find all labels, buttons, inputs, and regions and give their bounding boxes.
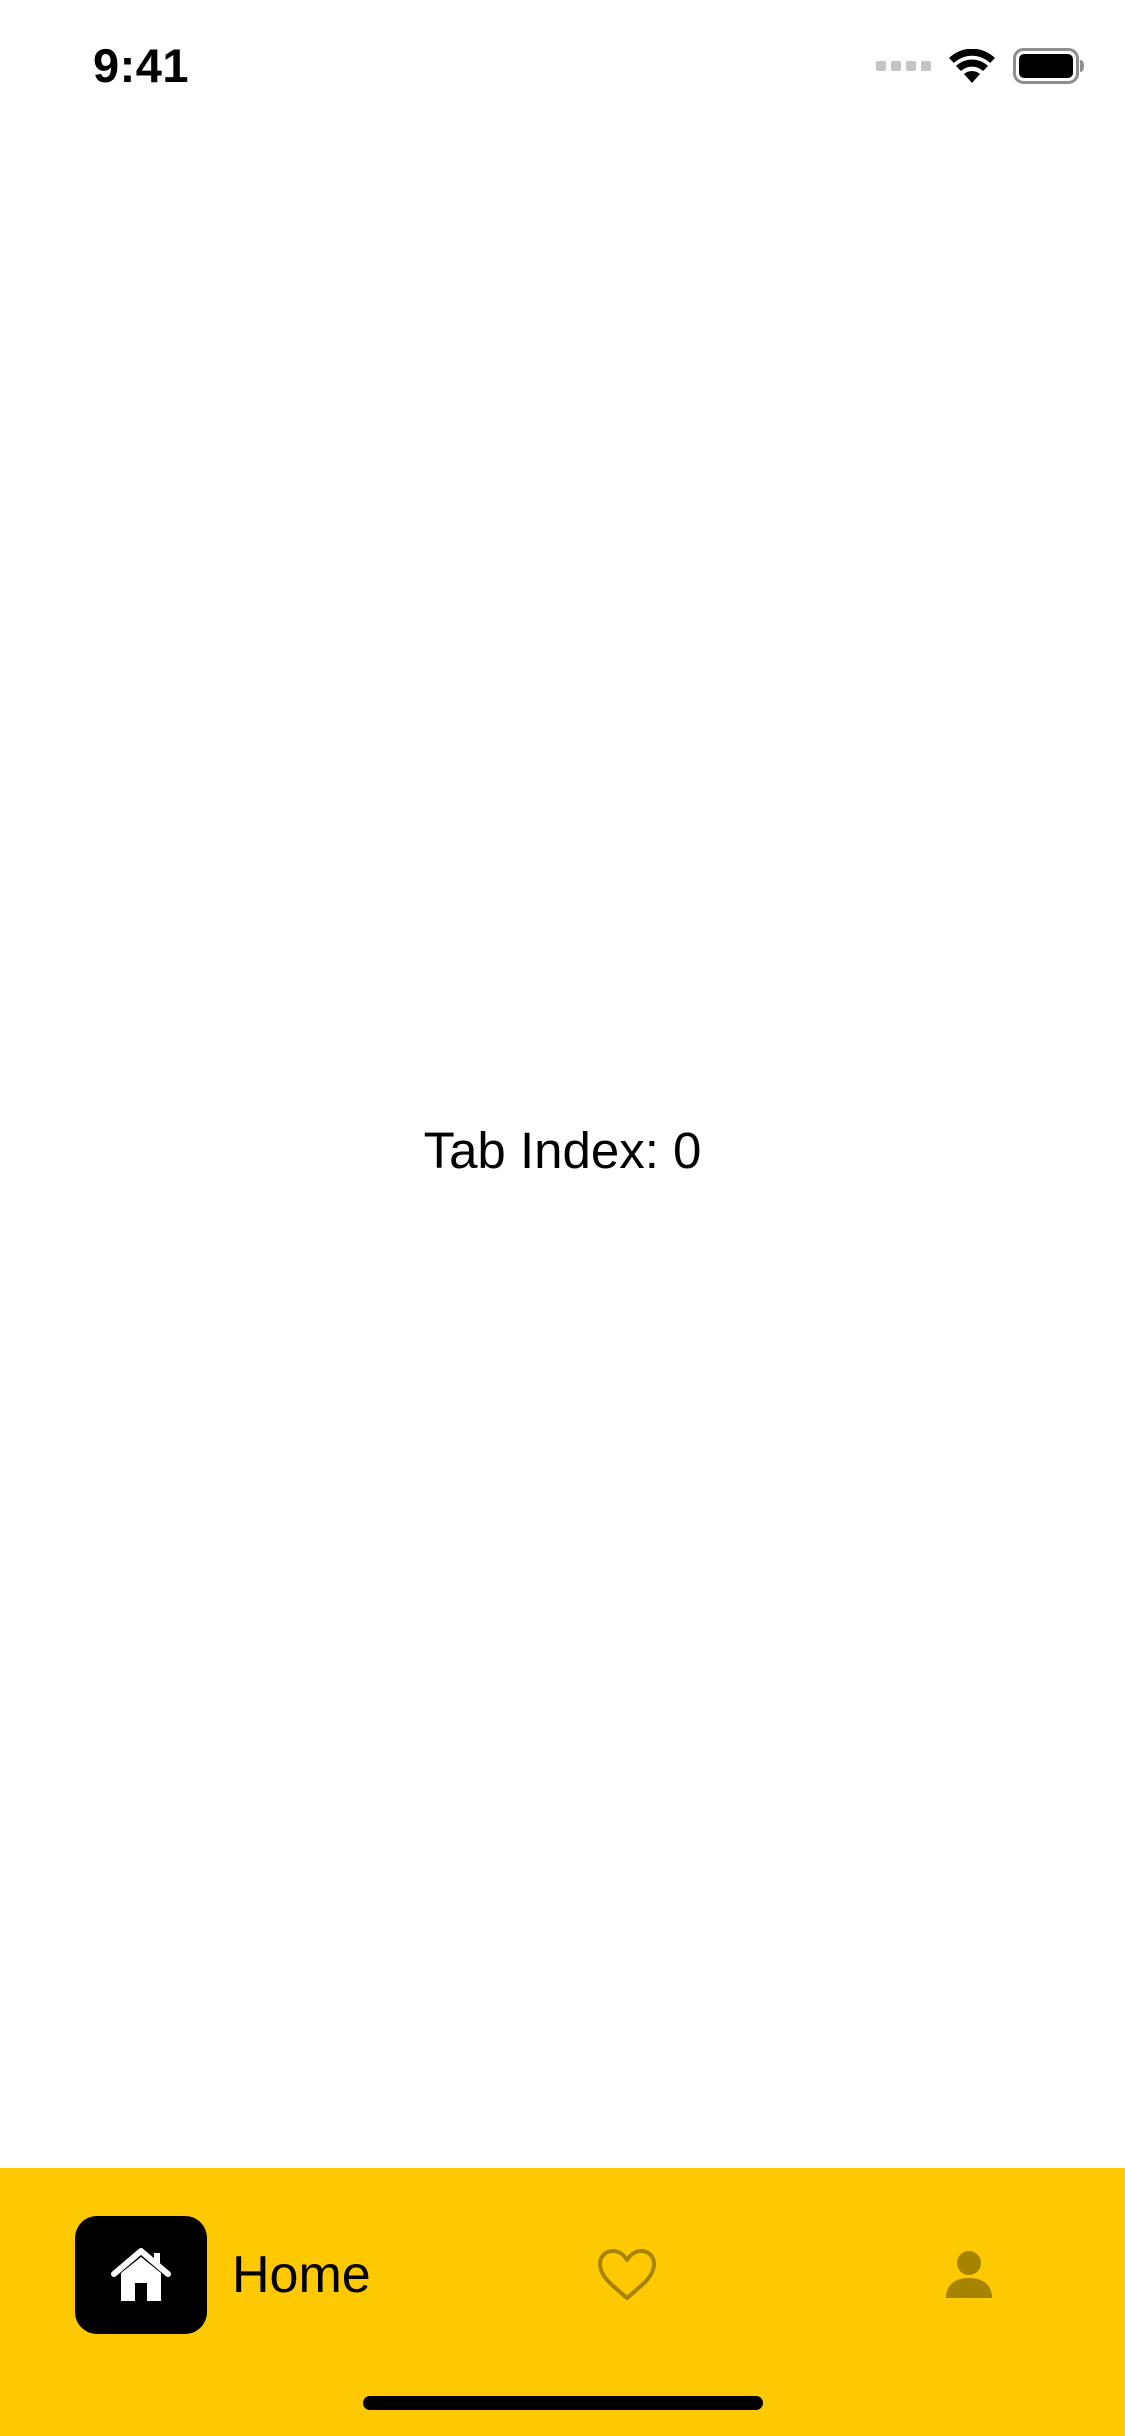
tab-index-label: Tab Index: 0 xyxy=(423,1121,702,1179)
tab-favorites[interactable] xyxy=(596,2248,658,2307)
home-icon xyxy=(111,2248,171,2301)
status-icons xyxy=(876,48,1085,84)
tab-profile[interactable] xyxy=(944,2250,994,2305)
main-content: Tab Index: 0 xyxy=(0,132,1125,2168)
person-icon xyxy=(946,2251,992,2298)
tab-home-label: Home xyxy=(232,2246,371,2304)
bottom-tab-bar: Home xyxy=(0,2168,1125,2436)
battery-icon xyxy=(1013,48,1084,84)
status-time: 9:41 xyxy=(93,39,190,92)
status-bar: 9:41 xyxy=(0,0,1125,132)
signal-icon xyxy=(876,61,931,71)
tab-home[interactable]: Home xyxy=(75,2216,371,2334)
home-indicator xyxy=(363,2396,763,2410)
wifi-icon xyxy=(949,49,995,83)
tab-home-icon-box xyxy=(75,2216,207,2334)
heart-icon xyxy=(598,2249,656,2300)
app-screen: 9:41 Tab Index: 0 Home xyxy=(0,0,1125,2436)
